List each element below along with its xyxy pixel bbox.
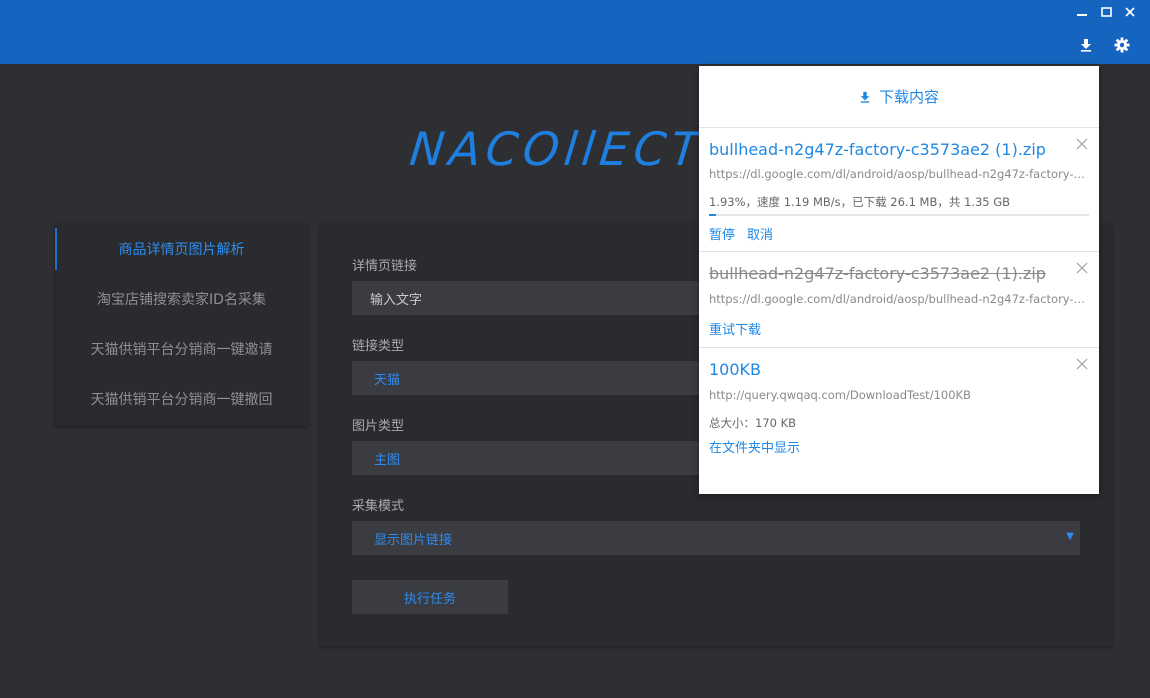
close-window-button[interactable] xyxy=(1121,4,1139,20)
download-item: bullhead-n2g47z-factory-c3573ae2 (1).zip… xyxy=(699,252,1099,348)
minimize-button[interactable] xyxy=(1073,4,1091,20)
settings-button[interactable] xyxy=(1111,34,1133,56)
close-icon[interactable] xyxy=(1075,261,1089,275)
download-filename[interactable]: bullhead-n2g47z-factory-c3573ae2 (1).zip xyxy=(709,140,1046,159)
retry-download-button[interactable]: 重试下载 xyxy=(709,319,761,338)
detail-link-label: 详情页链接 xyxy=(352,259,418,274)
close-icon xyxy=(1125,7,1135,17)
download-item: bullhead-n2g47z-factory-c3573ae2 (1).zip… xyxy=(699,128,1099,252)
close-icon[interactable] xyxy=(1075,137,1089,151)
collect-mode-select[interactable]: 显示图片链接 ▼ xyxy=(352,521,1080,555)
sidebar-item-invite[interactable]: 天猫供销平台分销商一键邀请 xyxy=(55,324,308,374)
download-filename[interactable]: bullhead-n2g47z-factory-c3573ae2 (1).zip xyxy=(709,264,1046,283)
downloads-button[interactable] xyxy=(1075,34,1097,56)
download-item: 100KB http://query.qwqaq.com/DownloadTes… xyxy=(699,348,1099,494)
downloads-title: 下载内容 xyxy=(878,88,939,106)
maximize-icon xyxy=(1100,7,1112,17)
download-url: http://query.qwqaq.com/DownloadTest/100K… xyxy=(709,388,971,402)
maximize-button[interactable] xyxy=(1097,4,1115,20)
download-url: https://dl.google.com/dl/android/aosp/bu… xyxy=(709,167,1089,181)
app-logo: NACOllECTO xyxy=(407,122,749,176)
downloads-header: 下载内容 xyxy=(699,66,1099,128)
minimize-icon xyxy=(1077,14,1087,16)
downloads-popup: 下载内容 bullhead-n2g47z-factory-c3573ae2 (1… xyxy=(699,66,1099,494)
caret-down-icon: ▼ xyxy=(1066,531,1074,542)
collect-mode-value: 显示图片链接 xyxy=(374,532,453,548)
download-progress-bar xyxy=(709,214,1089,216)
title-bar xyxy=(0,0,1150,64)
sidebar-item-label: 淘宝店铺搜索卖家ID名采集 xyxy=(97,292,266,308)
sidebar-item-seller-id[interactable]: 淘宝店铺搜索卖家ID名采集 xyxy=(55,274,308,324)
sidebar-item-label: 商品详情页图片解析 xyxy=(118,242,245,258)
gear-icon xyxy=(1114,37,1130,53)
pause-button[interactable]: 暂停 xyxy=(709,224,735,243)
cancel-button[interactable]: 取消 xyxy=(747,224,773,243)
image-type-value: 主图 xyxy=(374,452,401,468)
close-icon[interactable] xyxy=(1075,357,1089,371)
download-icon xyxy=(859,91,871,103)
download-icon xyxy=(1081,39,1091,52)
download-url: https://dl.google.com/dl/android/aosp/bu… xyxy=(709,292,1089,306)
image-type-label: 图片类型 xyxy=(352,419,405,434)
sidebar-item-revoke[interactable]: 天猫供销平台分销商一键撤回 xyxy=(55,374,308,424)
link-type-label: 链接类型 xyxy=(352,339,405,354)
sidebar-item-label: 天猫供销平台分销商一键撤回 xyxy=(90,392,273,408)
link-type-value: 天猫 xyxy=(374,372,401,388)
collect-mode-label: 采集模式 xyxy=(352,499,405,514)
sidebar-item-label: 天猫供销平台分销商一键邀请 xyxy=(90,342,273,358)
sidebar-menu: 商品详情页图片解析 淘宝店铺搜索卖家ID名采集 天猫供销平台分销商一键邀请 天猫… xyxy=(55,224,308,426)
detail-link-placeholder: 输入文字 xyxy=(370,292,423,308)
execute-task-label: 执行任务 xyxy=(403,591,456,607)
download-filename[interactable]: 100KB xyxy=(709,360,761,379)
show-in-folder-link[interactable]: 在文件夹中显示 xyxy=(709,437,800,456)
sidebar-item-image-parse[interactable]: 商品详情页图片解析 xyxy=(55,224,308,274)
download-status: 1.93%，速度 1.19 MB/s，已下载 26.1 MB，共 1.35 GB xyxy=(709,195,1011,209)
download-status: 总大小：170 KB xyxy=(709,416,797,430)
download-progress-fill xyxy=(709,214,717,216)
execute-task-button[interactable]: 执行任务 xyxy=(352,580,508,614)
